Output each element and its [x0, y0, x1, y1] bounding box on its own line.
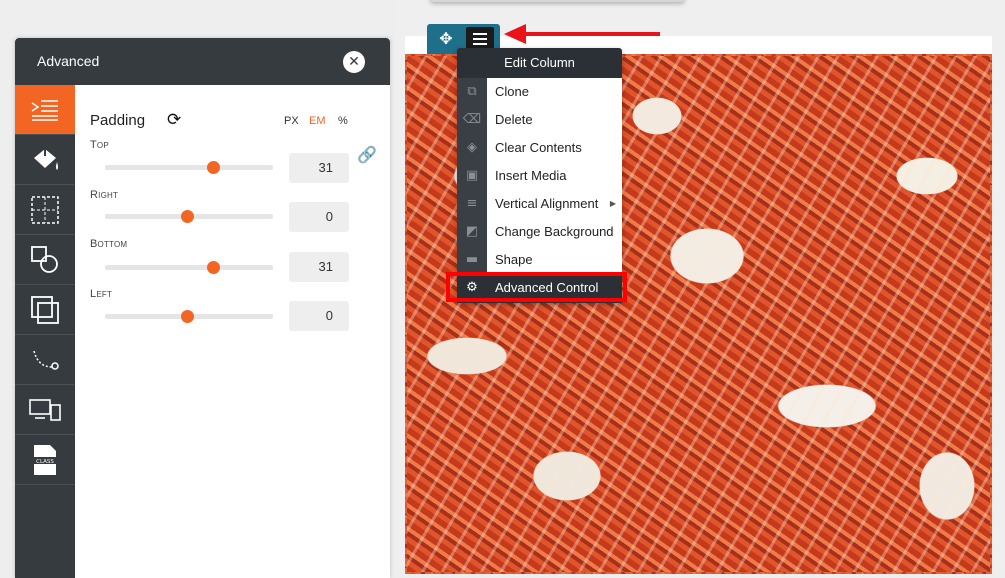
sidebar-item-animation[interactable]: [15, 335, 75, 385]
menu-item-label: Vertical Alignment: [487, 190, 622, 218]
dashed-box-icon: [31, 195, 59, 224]
delete-icon: ⌫: [457, 106, 487, 134]
padding-settings: Padding ⟳ PX EM % Top 31 🔗 Right 0 Botto…: [75, 85, 390, 578]
padding-left-slider[interactable]: [105, 310, 273, 323]
sidebar-item-shapes[interactable]: [15, 235, 75, 285]
motion-path-icon: [33, 350, 59, 370]
layers-icon: [31, 295, 59, 324]
padding-right-label: Right: [90, 189, 119, 201]
menu-item-label: Shape: [487, 246, 622, 274]
move-icon[interactable]: ✥: [435, 29, 457, 49]
close-icon[interactable]: ✕: [343, 51, 365, 73]
padding-left-label: Left: [90, 288, 113, 300]
eraser-icon: ◈: [457, 134, 487, 162]
padding-bottom-label: Bottom: [90, 238, 128, 250]
clone-icon: ⧉: [457, 78, 487, 106]
shapes-icon: [31, 245, 58, 273]
menu-item-label: Clone: [487, 78, 622, 106]
panel-title: Advanced: [37, 53, 100, 69]
unit-px[interactable]: PX: [284, 115, 299, 127]
reset-icon[interactable]: ⟳: [167, 110, 181, 130]
slider-thumb[interactable]: [181, 210, 195, 223]
class-file-icon: CLASS: [34, 444, 56, 475]
sidebar-item-custom-class[interactable]: CLASS: [15, 435, 75, 485]
shape-icon: ▬: [457, 246, 487, 274]
advanced-panel: Advanced ✕ CLASS Padding ⟳ PX EM % Top 3…: [15, 38, 390, 578]
menu-item-clear-contents[interactable]: ◈ Clear Contents: [457, 134, 622, 162]
slider-thumb[interactable]: [206, 161, 220, 174]
sidebar-item-responsive[interactable]: [15, 385, 75, 435]
sidebar-item-background[interactable]: [15, 135, 75, 185]
sidebar-item-layers[interactable]: [15, 285, 75, 335]
padding-top-input[interactable]: 31: [289, 153, 349, 183]
responsive-devices-icon: [29, 398, 61, 421]
menu-item-label: Delete: [487, 106, 622, 134]
menu-item-label: Change Background: [487, 218, 622, 246]
list-lines-icon: [31, 99, 58, 121]
edit-column-menu: Edit Column ⧉ Clone ⌫ Delete ◈ Clear Con…: [457, 48, 622, 303]
unit-em[interactable]: EM: [309, 115, 326, 127]
menu-item-label: Clear Contents: [487, 134, 622, 162]
link-values-icon[interactable]: 🔗: [357, 145, 377, 164]
annotation-arrow-left: [504, 24, 660, 44]
menu-item-label: Insert Media: [487, 162, 622, 190]
media-icon: ▣: [457, 162, 487, 190]
padding-heading: Padding: [90, 112, 146, 129]
padding-top-slider[interactable]: [105, 161, 273, 174]
padding-right-slider[interactable]: [105, 210, 273, 223]
sidebar-item-border[interactable]: [15, 185, 75, 235]
unit-percent[interactable]: %: [338, 115, 348, 127]
paint-bucket-icon: [34, 148, 58, 170]
background-icon: ◩: [457, 218, 487, 246]
sidebar-item-spacing[interactable]: [15, 85, 75, 135]
svg-text:CLASS: CLASS: [36, 459, 54, 465]
padding-bottom-slider[interactable]: [105, 261, 273, 274]
panel-sidebar: CLASS: [15, 85, 75, 578]
padding-left-input[interactable]: 0: [289, 301, 349, 331]
panel-header: Advanced ✕: [15, 38, 390, 85]
submenu-arrow-icon: ▶: [609, 199, 616, 208]
menu-item-insert-media[interactable]: ▣ Insert Media: [457, 162, 622, 190]
top-element-edge: [430, 0, 685, 2]
padding-right-input[interactable]: 0: [289, 202, 349, 232]
annotation-highlight-box: [446, 272, 627, 302]
menu-item-shape[interactable]: ▬ Shape: [457, 246, 622, 274]
menu-item-vertical-alignment[interactable]: ≡ Vertical Alignment ▶: [457, 190, 622, 218]
menu-title: Edit Column: [504, 55, 575, 70]
slider-thumb[interactable]: [181, 310, 195, 323]
padding-bottom-input[interactable]: 31: [289, 252, 349, 282]
menu-item-delete[interactable]: ⌫ Delete: [457, 106, 622, 134]
padding-top-label: Top: [90, 139, 109, 151]
menu-item-change-background[interactable]: ◩ Change Background: [457, 218, 622, 246]
slider-thumb[interactable]: [206, 261, 220, 274]
menu-item-clone[interactable]: ⧉ Clone: [457, 78, 622, 106]
align-icon: ≡: [457, 190, 487, 218]
